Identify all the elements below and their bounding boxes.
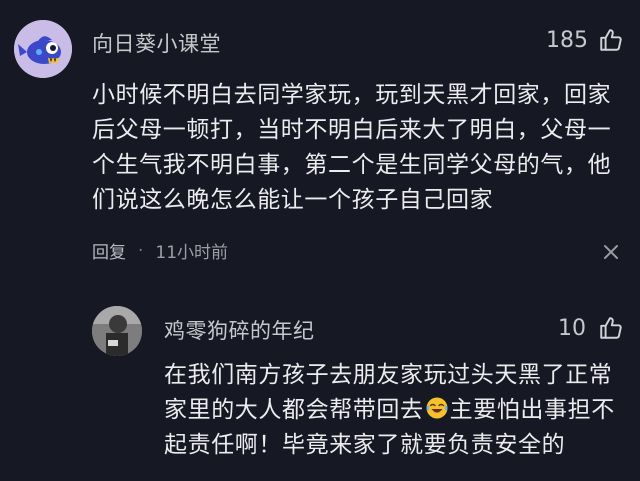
- comment-card: 向日葵小课堂 185 小时候不明白去同学家玩，玩到天黑才回家，回家后父母一顿打，…: [0, 0, 640, 290]
- reply-button[interactable]: 回复: [92, 238, 126, 263]
- reply-like-count: 10: [558, 315, 586, 341]
- separator-dot: ·: [138, 240, 144, 261]
- thumb-up-icon[interactable]: [598, 315, 624, 341]
- laughing-crying-emoji-icon: [426, 397, 448, 419]
- like-count: 185: [546, 27, 588, 53]
- fish-cartoon-avatar-icon: [14, 20, 72, 78]
- reply-avatar[interactable]: [92, 306, 142, 356]
- username[interactable]: 向日葵小课堂: [92, 28, 221, 58]
- close-icon[interactable]: [602, 243, 620, 261]
- like-button[interactable]: 185: [546, 27, 624, 53]
- comment-meta: 回复 · 11小时前: [92, 238, 229, 264]
- comment-text: 小时候不明白去同学家玩，玩到天黑才回家，回家后父母一顿打，当时不明白后来大了明白…: [92, 82, 612, 213]
- reply-username[interactable]: 鸡零狗碎的年纪: [164, 315, 315, 345]
- thumb-up-icon[interactable]: [598, 27, 624, 53]
- timestamp: 11小时前: [155, 243, 229, 263]
- avatar[interactable]: [14, 20, 72, 78]
- person-photo-avatar-icon: [92, 306, 142, 356]
- comment-thread: 向日葵小课堂 185 小时候不明白去同学家玩，玩到天黑才回家，回家后父母一顿打，…: [0, 0, 640, 481]
- reply-text: 在我们南方孩子去朋友家玩过头天黑了正常家里的大人都会帮带回去 主要怕出事担不起责…: [164, 358, 630, 463]
- reply-like-button[interactable]: 10: [558, 315, 624, 341]
